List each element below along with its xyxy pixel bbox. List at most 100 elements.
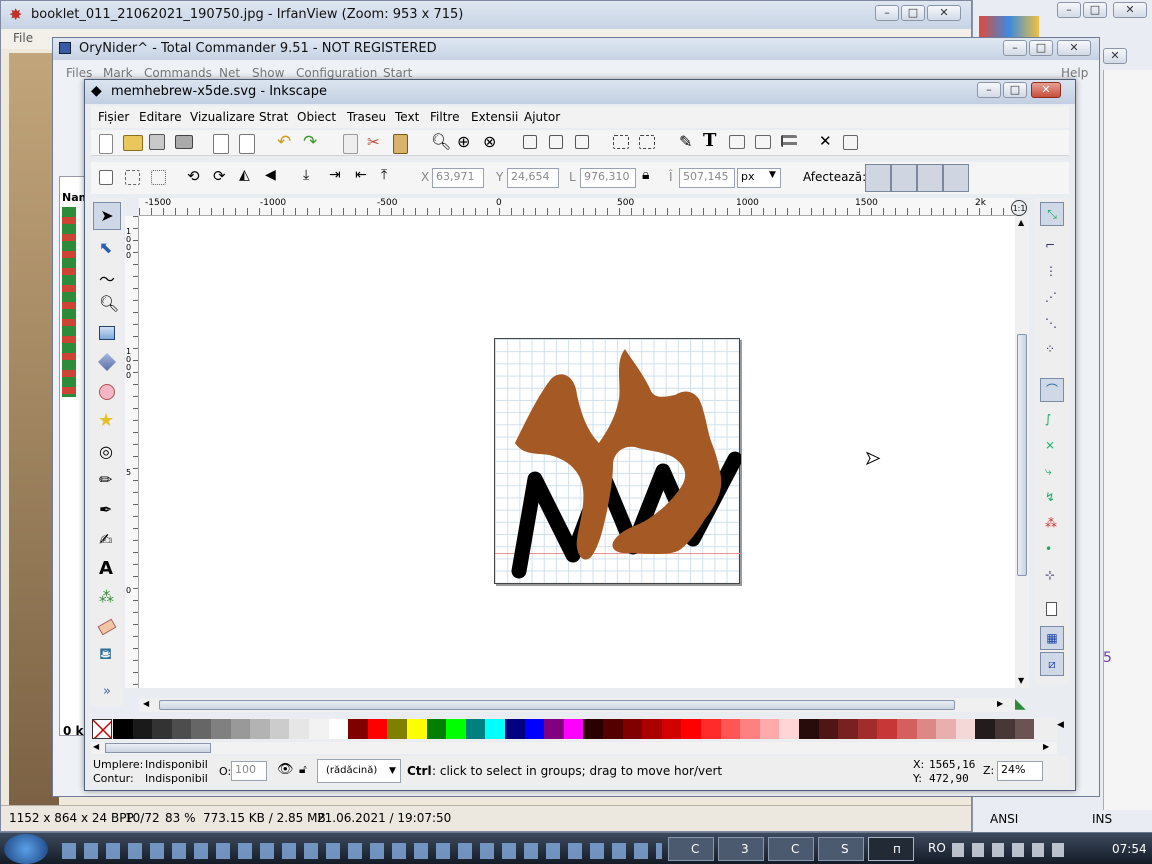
palette-swatch[interactable] bbox=[838, 719, 858, 739]
layers-icon[interactable] bbox=[729, 135, 745, 149]
xml-editor-icon[interactable] bbox=[755, 135, 771, 149]
totalcmd-minimize-button[interactable]: – bbox=[1003, 40, 1027, 56]
snap-cusp-nodes-icon[interactable]: ⤷ bbox=[1045, 464, 1052, 479]
star-tool-icon[interactable]: ★ bbox=[98, 410, 114, 431]
unlink-clone-icon[interactable] bbox=[575, 135, 589, 149]
align-distribute-icon[interactable] bbox=[781, 135, 797, 147]
save-icon[interactable] bbox=[149, 134, 165, 150]
palette-scroll-icon[interactable]: ◀ bbox=[1057, 720, 1064, 730]
affect-patterns-toggle[interactable] bbox=[943, 164, 969, 192]
open-icon[interactable] bbox=[123, 135, 143, 151]
w-field[interactable]: 976,310 bbox=[580, 168, 636, 188]
totalcmd-menu-mark[interactable]: Mark bbox=[103, 66, 133, 80]
palette-swatch[interactable] bbox=[250, 719, 270, 739]
vertical-scrollbar[interactable]: ▲ ▼ bbox=[1015, 216, 1029, 688]
snap-path-intersections-icon[interactable]: ⨯ bbox=[1045, 438, 1055, 452]
irfanview-menu-file[interactable]: File bbox=[13, 31, 33, 45]
palette-swatch[interactable] bbox=[132, 719, 153, 739]
quicklaunch-icons[interactable] bbox=[62, 843, 662, 859]
irfanview-maximize-button[interactable]: □ bbox=[901, 5, 925, 21]
ungroup-icon[interactable] bbox=[639, 135, 655, 149]
flip-horizontal-icon[interactable]: ◭ bbox=[239, 167, 250, 183]
unit-dropdown-arrow-icon[interactable]: ▼ bbox=[769, 170, 776, 180]
snap-paths-icon[interactable]: ∫ bbox=[1045, 412, 1051, 426]
palette-swatch[interactable] bbox=[348, 719, 368, 739]
snap-enable-toggle[interactable]: ⤡ bbox=[1040, 202, 1064, 226]
irfanview-close-button[interactable]: ✕ bbox=[927, 5, 961, 21]
menu-extensii[interactable]: Extensii bbox=[471, 110, 518, 124]
totalcmd-menu-configuration[interactable]: Configuration bbox=[296, 66, 377, 80]
palette-swatch[interactable] bbox=[916, 719, 937, 739]
affect-stroke-toggle[interactable] bbox=[865, 164, 891, 192]
document-page[interactable] bbox=[494, 338, 741, 585]
palette-swatch[interactable] bbox=[603, 719, 623, 739]
inkscape-maximize-button[interactable]: □ bbox=[1003, 82, 1027, 98]
snap-bbox-icon[interactable]: ⌐ bbox=[1045, 238, 1055, 252]
paste-icon[interactable] bbox=[393, 134, 408, 154]
calligraphy-tool-icon[interactable]: ✍ bbox=[99, 530, 112, 549]
redo-icon[interactable]: ↷ bbox=[303, 132, 317, 152]
totalcmd-menu-net[interactable]: Net bbox=[219, 66, 240, 80]
import-icon[interactable] bbox=[213, 134, 229, 154]
inkscape-minimize-button[interactable]: – bbox=[977, 82, 1001, 98]
palette-swatch[interactable] bbox=[897, 719, 917, 739]
menu-ajutor[interactable]: Ajutor bbox=[524, 110, 560, 124]
palette-swatch[interactable] bbox=[583, 719, 603, 739]
palette-swatch[interactable] bbox=[465, 719, 486, 739]
palette-swatch[interactable] bbox=[740, 719, 760, 739]
menu-text[interactable]: Text bbox=[395, 110, 419, 124]
inkscape-close-button[interactable]: ✕ bbox=[1031, 82, 1061, 98]
totalcmd-menu-start[interactable]: Start bbox=[383, 66, 412, 80]
layer-dropdown-arrow-icon[interactable]: ▼ bbox=[389, 766, 396, 776]
text-font-icon[interactable]: T bbox=[703, 130, 716, 151]
toolbox-more-icon[interactable]: » bbox=[103, 684, 111, 699]
palette-swatch[interactable] bbox=[936, 719, 956, 739]
menu-vizualizare[interactable]: Vizualizare bbox=[190, 110, 255, 124]
irfanview-titlebar[interactable]: ✸ booklet_011_21062021_190750.jpg - Irfa… bbox=[1, 1, 971, 29]
selector-tool-icon[interactable]: ➤ bbox=[93, 202, 121, 230]
palette-swatch[interactable] bbox=[622, 719, 643, 739]
snap-rotation-centers-icon[interactable]: ⊹ bbox=[1045, 568, 1055, 582]
palette-swatch[interactable] bbox=[113, 719, 133, 739]
palette-swatch[interactable] bbox=[191, 719, 211, 739]
eraser-tool-icon[interactable] bbox=[97, 618, 117, 636]
snap-bbox-corners-icon[interactable]: ⋰ bbox=[1045, 290, 1057, 304]
palette-swatch[interactable] bbox=[563, 719, 584, 739]
start-button[interactable] bbox=[4, 834, 48, 864]
snap-guides-toggle[interactable]: ⧄ bbox=[1040, 652, 1064, 676]
lower-icon[interactable]: ⇤ bbox=[355, 167, 367, 183]
totalcmd-titlebar[interactable]: OryNider^ - Total Commander 9.51 - NOT R… bbox=[53, 38, 1099, 60]
palette-scroll-right-icon[interactable]: ▶ bbox=[1043, 742, 1049, 751]
totalcmd-close-button[interactable]: ✕ bbox=[1057, 40, 1091, 56]
group-icon[interactable] bbox=[613, 135, 629, 149]
totalcmd-menu-help[interactable]: Help bbox=[1061, 66, 1088, 80]
taskbar-item-4[interactable]: S bbox=[818, 837, 864, 861]
snap-grid-toggle[interactable]: ▦ bbox=[1040, 626, 1064, 650]
rotate-cw-icon[interactable]: ⟳ bbox=[213, 167, 226, 185]
new-document-icon[interactable] bbox=[99, 134, 113, 154]
artwork[interactable] bbox=[495, 339, 741, 585]
zoom-selection-icon[interactable]: 🔍︎ bbox=[431, 132, 451, 151]
flip-vertical-icon[interactable]: ◀ bbox=[265, 167, 276, 183]
text-tool-icon[interactable]: A bbox=[99, 558, 113, 579]
palette-swatch[interactable] bbox=[426, 719, 447, 739]
totalcmd-maximize-button[interactable]: □ bbox=[1029, 40, 1053, 56]
palette-swatch[interactable] bbox=[975, 719, 995, 739]
vertical-scroll-thumb[interactable] bbox=[1017, 334, 1027, 576]
palette-swatch[interactable] bbox=[289, 719, 309, 739]
select-all-layers-icon[interactable] bbox=[125, 170, 140, 185]
3d-box-tool-icon[interactable] bbox=[97, 352, 117, 372]
spray-tool-icon[interactable]: ⁂ bbox=[99, 588, 114, 606]
select-all-icon[interactable] bbox=[99, 170, 113, 185]
palette-swatch[interactable] bbox=[387, 719, 407, 739]
bg2-close-button[interactable]: ✕ bbox=[1103, 48, 1127, 64]
menu-filtre[interactable]: Filtre bbox=[430, 110, 459, 124]
rectangle-tool-icon[interactable] bbox=[99, 326, 115, 340]
irfanview-minimize-button[interactable]: – bbox=[875, 5, 899, 21]
lock-icon[interactable]: 🔒︎ bbox=[642, 167, 649, 183]
bg-minimize-button[interactable]: – bbox=[1057, 2, 1081, 18]
taskbar-item-irfanview[interactable]: 3 bbox=[718, 837, 764, 861]
lower-to-bottom-icon[interactable]: ⤒ bbox=[381, 167, 387, 183]
palette-swatch[interactable] bbox=[269, 719, 290, 739]
palette-swatch[interactable] bbox=[779, 719, 799, 739]
